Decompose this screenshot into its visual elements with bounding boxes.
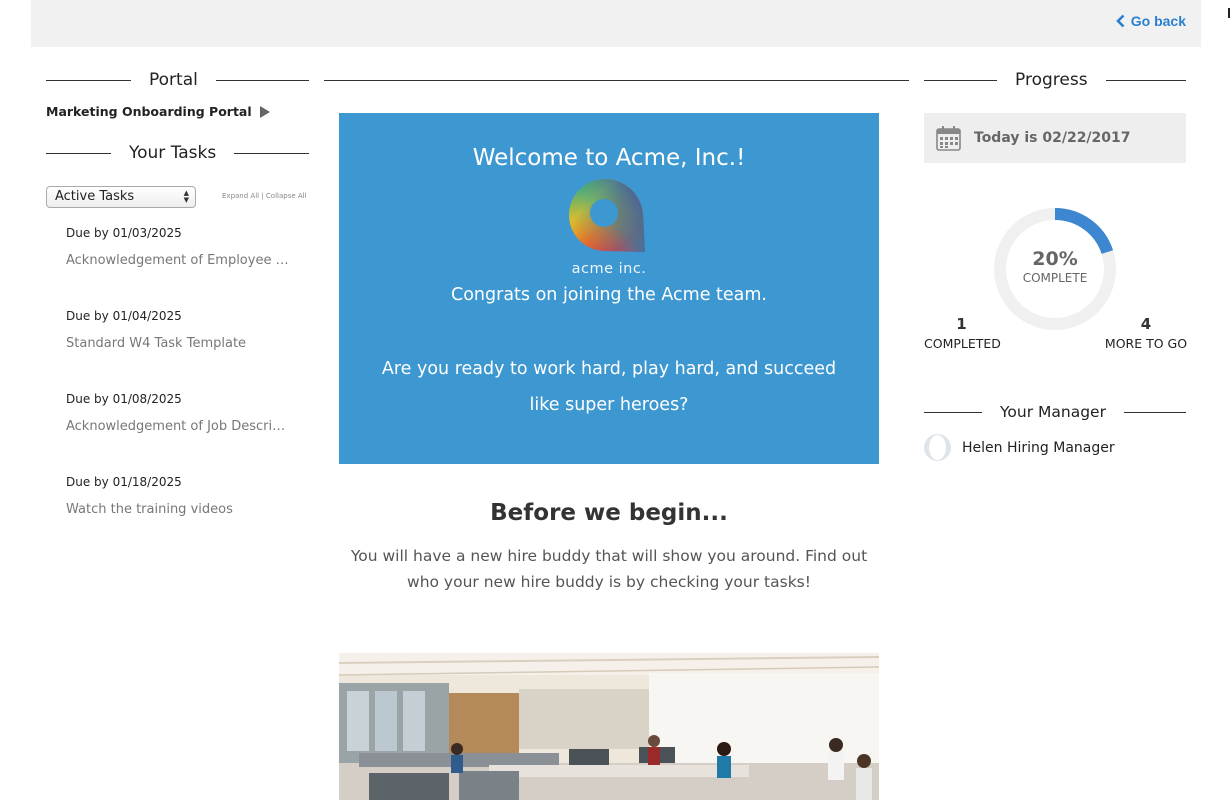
remaining-count: 4 <box>1140 315 1152 333</box>
before-we-begin-title: Before we begin... <box>490 500 728 526</box>
task-item[interactable]: Due by 01/03/2025 Acknowledgement of Emp… <box>66 226 306 268</box>
completed-count: 1 <box>956 315 967 333</box>
task-item[interactable]: Due by 01/18/2025 Watch the training vid… <box>66 475 306 517</box>
progress-heading: Progress <box>924 70 1186 90</box>
expand-collapse-controls: Expand All | Collapse All <box>222 192 307 200</box>
task-filter-select[interactable]: Active Tasks ▲ ▼ <box>46 186 196 208</box>
task-title[interactable]: Acknowledgement of Employee Handbook <box>66 253 290 268</box>
expand-collapse-separator: | <box>261 192 264 200</box>
your-manager-heading: Your Manager <box>924 403 1186 421</box>
completed-stat: 1 COMPLETED <box>924 315 1001 351</box>
acme-logo-text: acme inc. <box>571 261 647 277</box>
center-divider <box>324 80 909 81</box>
task-title[interactable]: Watch the training videos <box>66 502 290 517</box>
welcome-banner: Welcome to Acme, Inc.! acme inc. Congrat… <box>339 113 879 464</box>
remaining-label: MORE TO GO <box>1104 336 1188 351</box>
task-due-date: Due by 01/08/2025 <box>66 392 182 406</box>
progress-percent: 20% <box>1032 248 1078 270</box>
task-item[interactable]: Due by 01/08/2025 Acknowledgement of Job… <box>66 392 306 434</box>
office-photo-illustration <box>339 653 879 800</box>
task-due-date: Due by 01/04/2025 <box>66 309 182 323</box>
play-arrow-icon <box>259 105 270 118</box>
congrats-text: Congrats on joining the Acme team. <box>451 285 767 305</box>
go-back-link[interactable]: Go back <box>1115 13 1186 29</box>
chevron-left-icon <box>1115 14 1125 28</box>
portal-selector[interactable]: Marketing Onboarding Portal <box>46 104 270 119</box>
task-due-date: Due by 01/03/2025 <box>66 226 182 240</box>
remaining-stat: 4 MORE TO GO <box>1104 315 1188 351</box>
office-photo <box>339 653 879 800</box>
your-tasks-heading-label: Your Tasks <box>129 143 217 163</box>
acme-logo-icon <box>569 178 645 252</box>
top-bar: Go back <box>31 0 1201 47</box>
expand-all-link[interactable]: Expand All <box>222 192 259 200</box>
progress-heading-label: Progress <box>1015 70 1088 90</box>
progress-complete-label: COMPLETE <box>1022 271 1088 285</box>
new-hire-buddy-text: You will have a new hire buddy that will… <box>350 547 868 591</box>
collapse-all-link[interactable]: Collapse All <box>266 192 307 200</box>
task-filter-value: Active Tasks <box>55 189 135 204</box>
your-manager-heading-label: Your Manager <box>1000 403 1106 421</box>
ready-text: Are you ready to work hard, play hard, a… <box>381 359 837 415</box>
go-back-label: Go back <box>1130 13 1186 29</box>
portal-name: Marketing Onboarding Portal <box>46 104 252 119</box>
welcome-title: Welcome to Acme, Inc.! <box>472 145 746 171</box>
calendar-icon <box>936 126 961 151</box>
task-title[interactable]: Acknowledgement of Job Description <box>66 419 290 434</box>
task-due-date: Due by 01/18/2025 <box>66 475 182 489</box>
portal-heading-label: Portal <box>149 70 198 90</box>
task-title[interactable]: Standard W4 Task Template <box>66 336 290 351</box>
select-arrows-icon: ▲ ▼ <box>183 189 189 204</box>
today-date-text: Today is 02/22/2017 <box>974 130 1131 146</box>
completed-label: COMPLETED <box>924 336 1001 351</box>
progress-donut: 20% COMPLETE <box>993 207 1117 331</box>
your-tasks-heading: Your Tasks <box>46 143 309 163</box>
portal-heading: Portal <box>46 70 309 90</box>
task-item[interactable]: Due by 01/04/2025 Standard W4 Task Templ… <box>66 309 306 351</box>
manager-name: Helen Hiring Manager <box>962 439 1115 456</box>
avatar <box>924 434 951 461</box>
manager-entry[interactable]: Helen Hiring Manager <box>924 434 1115 461</box>
today-date-box: Today is 02/22/2017 <box>924 113 1186 163</box>
